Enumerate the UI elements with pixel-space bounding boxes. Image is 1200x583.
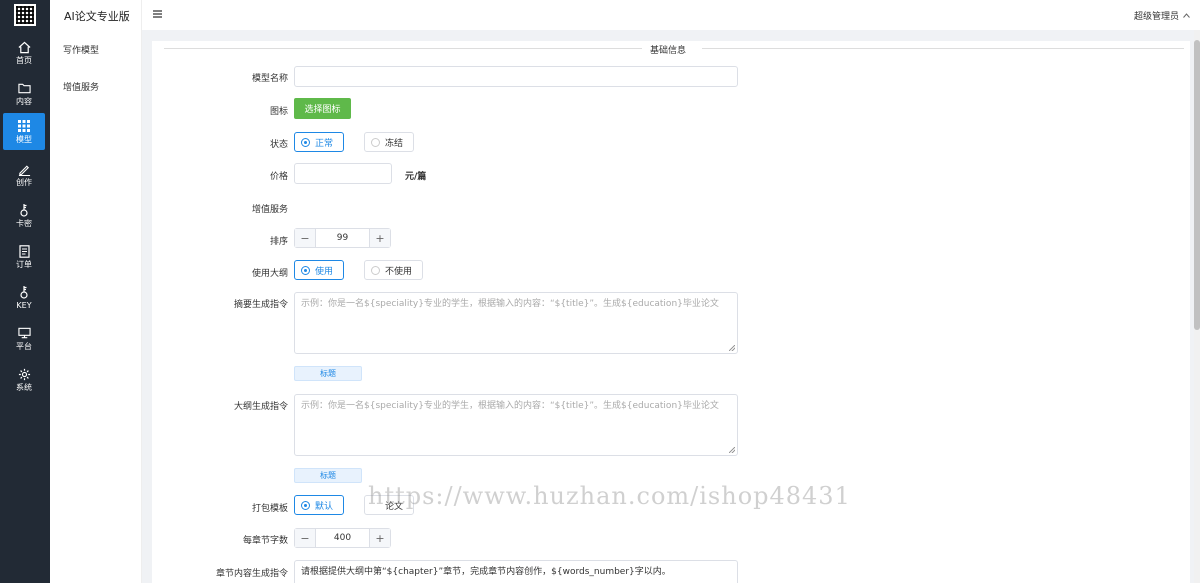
radio-label: 默认 bbox=[315, 501, 334, 512]
label-model-name: 模型名称 bbox=[251, 74, 288, 84]
main-nav: 首页 内容 模型 创作 卡密 订单 KEY 平台 系统 bbox=[0, 0, 50, 583]
radio-label: 冻结 bbox=[385, 138, 404, 149]
textarea-placeholder: 示例：你是一名${speciality}专业的学生，根据输入的内容：“${tit… bbox=[301, 401, 719, 411]
outline-not-use-radio[interactable]: 不使用 bbox=[364, 260, 423, 280]
nav-label: KEY bbox=[16, 301, 32, 310]
resize-handle-icon[interactable] bbox=[729, 345, 735, 351]
nav-item-platform[interactable]: 平台 bbox=[3, 320, 45, 357]
status-frozen-radio[interactable]: 冻结 bbox=[364, 132, 414, 152]
template-default-radio[interactable]: 默认 bbox=[294, 495, 344, 515]
decrement-button[interactable]: − bbox=[295, 229, 316, 247]
grid-icon bbox=[18, 119, 30, 133]
label-chapter-words: 每章节字数 bbox=[242, 536, 288, 546]
secondary-sidebar: AI论文专业版 写作模型 增值服务 bbox=[50, 0, 142, 583]
watermark-text: https://www.huzhan.com/ishop48431 bbox=[368, 482, 851, 510]
qr-logo bbox=[14, 4, 36, 26]
nav-item-create[interactable]: 创作 bbox=[3, 156, 45, 193]
chapter-prompt-textarea[interactable]: 请根据提供大纲中第“${chapter}”章节，完成章节内容创作，${words… bbox=[294, 560, 738, 583]
label-use-outline: 使用大纲 bbox=[251, 269, 288, 279]
user-name: 超级管理员 bbox=[1133, 12, 1179, 22]
nav-item-orders[interactable]: 订单 bbox=[3, 238, 45, 275]
radio-label: 使用 bbox=[315, 266, 334, 277]
label-chapter-prompt: 章节内容生成指令 bbox=[215, 569, 288, 579]
model-name-input[interactable] bbox=[294, 66, 738, 87]
divider-right bbox=[702, 48, 1184, 49]
user-menu[interactable]: 超级管理员 bbox=[1134, 9, 1190, 22]
outline-prompt-textarea[interactable]: 示例：你是一名${speciality}专业的学生，根据输入的内容：“${tit… bbox=[294, 394, 738, 456]
radio-checked-icon bbox=[301, 265, 310, 275]
textarea-placeholder: 示例：你是一名${speciality}专业的学生，根据输入的内容：“${tit… bbox=[301, 299, 719, 309]
nav-item-content[interactable]: 内容 bbox=[3, 75, 45, 112]
monitor-icon bbox=[17, 326, 31, 340]
key-icon bbox=[19, 203, 29, 217]
nav-label: 首页 bbox=[16, 56, 32, 65]
chapter-words-value[interactable]: 400 bbox=[316, 529, 369, 547]
resize-handle-icon[interactable] bbox=[729, 447, 735, 453]
outline-use-radio[interactable]: 使用 bbox=[294, 260, 344, 280]
label-icon: 图标 bbox=[269, 107, 288, 117]
nav-label: 平台 bbox=[16, 342, 32, 351]
gear-icon bbox=[18, 367, 31, 381]
nav-item-home[interactable]: 首页 bbox=[3, 34, 45, 71]
nav-label: 订单 bbox=[16, 260, 32, 269]
radio-unchecked-icon bbox=[371, 265, 380, 275]
label-price: 价格 bbox=[269, 172, 288, 182]
radio-checked-icon bbox=[301, 500, 310, 510]
divider-left bbox=[164, 48, 642, 49]
label-abstract-prompt: 摘要生成指令 bbox=[233, 300, 288, 310]
increment-button[interactable]: + bbox=[369, 529, 390, 547]
nav-item-key[interactable]: KEY bbox=[3, 279, 45, 316]
chapter-words-stepper[interactable]: − 400 + bbox=[294, 528, 391, 548]
radio-label: 不使用 bbox=[385, 266, 413, 277]
abstract-prompt-textarea[interactable]: 示例：你是一名${speciality}专业的学生，根据输入的内容：“${tit… bbox=[294, 292, 738, 354]
select-icon-button[interactable]: 选择图标 bbox=[294, 98, 351, 119]
radio-label: 正常 bbox=[315, 138, 334, 149]
price-input[interactable] bbox=[294, 163, 392, 184]
app-title: AI论文专业版 bbox=[64, 10, 130, 23]
sort-value[interactable]: 99 bbox=[316, 229, 369, 247]
radio-checked-icon bbox=[301, 137, 310, 147]
label-outline-prompt: 大纲生成指令 bbox=[233, 402, 288, 412]
folder-icon bbox=[17, 81, 31, 95]
nav-item-system[interactable]: 系统 bbox=[3, 361, 45, 398]
label-addon-service: 增值服务 bbox=[251, 205, 288, 215]
home-icon bbox=[18, 40, 31, 54]
title-variable-tag[interactable]: 标题 bbox=[294, 468, 362, 483]
section-title: 基础信息 bbox=[650, 46, 687, 56]
sidebar-item-addon-service[interactable]: 增值服务 bbox=[63, 80, 99, 93]
status-normal-radio[interactable]: 正常 bbox=[294, 132, 344, 152]
nav-item-model[interactable]: 模型 bbox=[3, 113, 45, 150]
radio-unchecked-icon bbox=[371, 137, 380, 147]
document-icon bbox=[18, 244, 30, 258]
decrement-button[interactable]: − bbox=[295, 529, 316, 547]
sidebar-item-writing-model[interactable]: 写作模型 bbox=[63, 43, 99, 56]
nav-item-card-key[interactable]: 卡密 bbox=[3, 197, 45, 234]
label-package-template: 打包模板 bbox=[251, 504, 288, 514]
sort-stepper[interactable]: − 99 + bbox=[294, 228, 391, 248]
nav-label: 模型 bbox=[16, 135, 32, 144]
nav-label: 卡密 bbox=[16, 219, 32, 228]
chevron-up-icon bbox=[1183, 11, 1190, 21]
scrollbar-thumb[interactable] bbox=[1194, 40, 1200, 330]
menu-toggle-icon[interactable] bbox=[153, 10, 162, 21]
title-variable-tag[interactable]: 标题 bbox=[294, 366, 362, 381]
key-icon bbox=[19, 285, 29, 299]
pen-icon bbox=[18, 162, 31, 176]
increment-button[interactable]: + bbox=[369, 229, 390, 247]
nav-label: 内容 bbox=[16, 97, 32, 106]
top-bar: 超级管理员 bbox=[142, 0, 1200, 30]
page-scrollbar[interactable] bbox=[1194, 30, 1200, 583]
nav-label: 系统 bbox=[16, 383, 32, 392]
price-unit: 元/篇 bbox=[405, 172, 427, 182]
label-sort: 排序 bbox=[269, 237, 288, 247]
label-status: 状态 bbox=[269, 140, 288, 150]
nav-label: 创作 bbox=[16, 178, 32, 187]
